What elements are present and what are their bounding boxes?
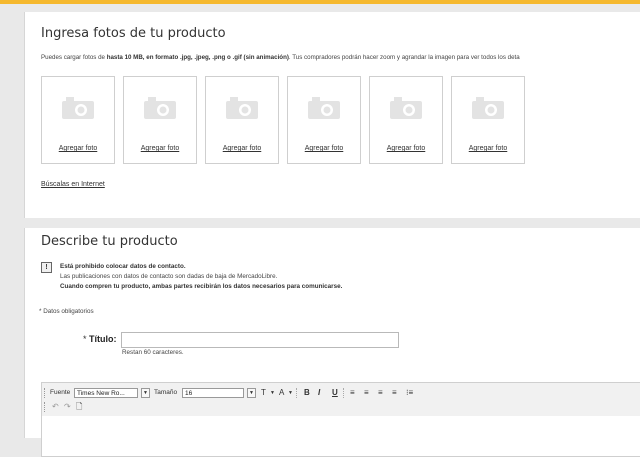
title-label-text: Título:	[89, 334, 117, 344]
photo-slot-6[interactable]: Agregar foto	[451, 76, 525, 164]
toolbar-separator	[296, 388, 297, 398]
align-left-icon[interactable]: ≡	[350, 388, 355, 397]
warning-icon: !	[41, 262, 52, 273]
describe-panel: Describe tu producto ! Está prohibido co…	[24, 228, 640, 457]
underline-button[interactable]: U	[332, 388, 338, 397]
add-photo-link[interactable]: Agregar foto	[42, 145, 114, 152]
camera-icon	[144, 97, 176, 119]
photo-slot-1[interactable]: Agregar foto	[41, 76, 115, 164]
title-remaining-chars: Restan 60 caracteres.	[122, 349, 184, 356]
camera-icon	[226, 97, 258, 119]
background-color-icon[interactable]: A	[279, 388, 284, 397]
toolbar-grip[interactable]	[44, 402, 46, 412]
font-select[interactable]: Times New Ro...	[74, 388, 138, 398]
photo-slot-4[interactable]: Agregar foto	[287, 76, 361, 164]
photos-description-post: . Tus compradores podrán hacer zoom y ag…	[288, 54, 520, 61]
top-accent-bar	[0, 0, 640, 4]
editor-toolbar: Fuente Times New Ro... ▼ Tamaño 16 ▼ T ▼…	[41, 382, 640, 418]
undo-icon[interactable]: ↶	[52, 402, 59, 411]
title-field-label: * Título:	[83, 334, 117, 344]
font-dropdown-button[interactable]: ▼	[141, 388, 150, 398]
text-color-dropdown-icon[interactable]: ▼	[270, 390, 275, 396]
describe-section-title: Describe tu producto	[41, 234, 178, 249]
warning-line-2: Las publicaciones con datos de contacto …	[60, 273, 278, 280]
add-photo-link[interactable]: Agregar foto	[288, 145, 360, 152]
toolbar-grip[interactable]	[44, 388, 46, 398]
text-color-icon[interactable]: T	[261, 388, 266, 397]
photo-slot-5[interactable]: Agregar foto	[369, 76, 443, 164]
add-photo-link[interactable]: Agregar foto	[452, 145, 524, 152]
photo-slot-3[interactable]: Agregar foto	[205, 76, 279, 164]
align-center-icon[interactable]: ≡	[364, 388, 369, 397]
size-label: Tamaño	[154, 389, 178, 396]
camera-icon	[62, 97, 94, 119]
photos-section-title: Ingresa fotos de tu producto	[41, 26, 226, 41]
bulleted-list-icon[interactable]: ⁝≡	[406, 388, 413, 397]
add-photo-link[interactable]: Agregar foto	[206, 145, 278, 152]
photos-panel: Ingresa fotos de tu producto Puedes carg…	[24, 12, 640, 218]
redo-icon[interactable]: ↷	[64, 402, 71, 411]
italic-button[interactable]: I	[318, 388, 320, 397]
bold-button[interactable]: B	[304, 388, 310, 397]
warning-line-3: Cuando compren tu producto, ambas partes…	[60, 283, 343, 290]
add-photo-link[interactable]: Agregar foto	[370, 145, 442, 152]
align-right-icon[interactable]: ≡	[378, 388, 383, 397]
font-label: Fuente	[50, 389, 71, 396]
justify-icon[interactable]: ≡	[392, 388, 397, 397]
new-document-icon[interactable]: 🗋	[76, 401, 82, 415]
photos-description-pre: Puedes cargar fotos de	[41, 54, 107, 61]
background-color-dropdown-icon[interactable]: ▼	[288, 390, 293, 396]
add-photo-link[interactable]: Agregar foto	[124, 145, 196, 152]
photos-description-formats: hasta 10 MB, en formato .jpg, .jpeg, .pn…	[106, 54, 289, 61]
toolbar-separator	[343, 388, 344, 398]
title-input[interactable]	[121, 332, 399, 348]
required-fields-note: * Datos obligatorios	[39, 308, 94, 315]
photo-slot-2[interactable]: Agregar foto	[123, 76, 197, 164]
photos-description: Puedes cargar fotos de hasta 10 MB, en f…	[41, 54, 520, 61]
camera-icon	[308, 97, 340, 119]
size-dropdown-button[interactable]: ▼	[247, 388, 256, 398]
description-editor[interactable]	[41, 416, 640, 457]
camera-icon	[390, 97, 422, 119]
warning-line-1: Está prohibido colocar datos de contacto…	[60, 263, 186, 270]
search-internet-link[interactable]: Búscalas en Internet	[41, 181, 105, 188]
size-select[interactable]: 16	[182, 388, 244, 398]
camera-icon	[472, 97, 504, 119]
